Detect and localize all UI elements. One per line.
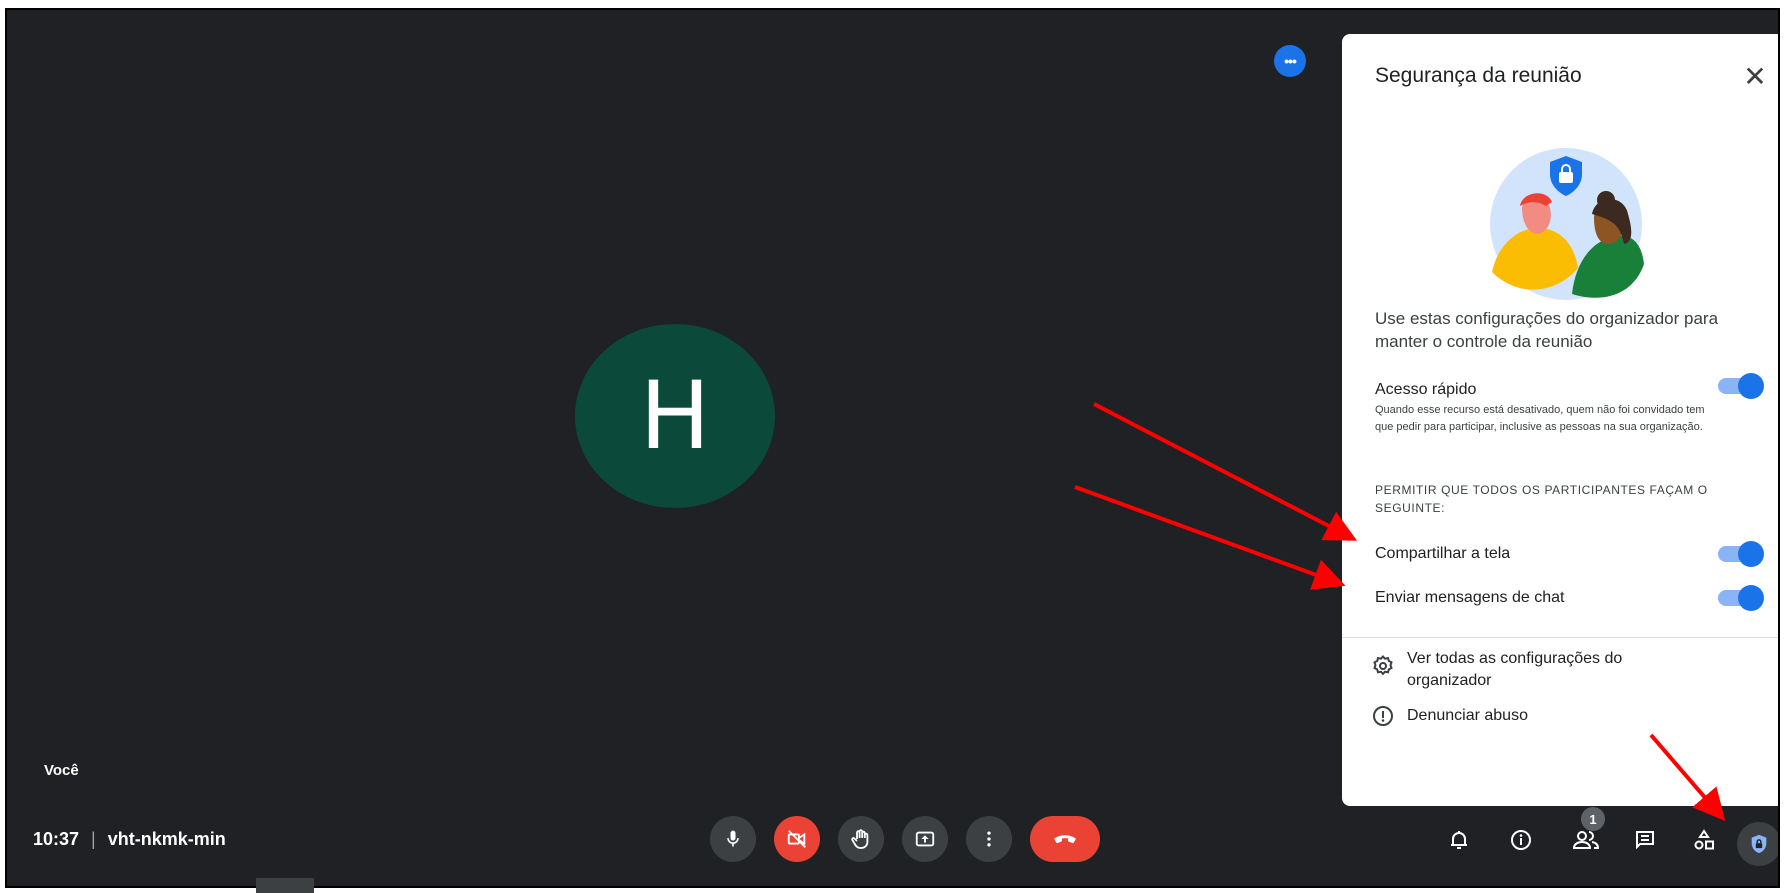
tile-more-options-button[interactable]: •••: [1274, 45, 1306, 77]
report-abuse-link[interactable]: Denunciar abuso: [1371, 704, 1528, 728]
microphone-icon: [727, 830, 739, 847]
report-abuse-text: Denunciar abuso: [1407, 707, 1528, 724]
info-icon: [1511, 830, 1531, 850]
quick-access-description: Quando esse recurso está desativado, que…: [1375, 404, 1705, 433]
more-vert-icon: [987, 831, 991, 847]
panel-divider: [1342, 637, 1778, 638]
chat-messages-toggle[interactable]: [1718, 585, 1764, 611]
meeting-code: vht-nkmk-min: [107, 829, 226, 849]
raise-hand-icon: [851, 829, 869, 849]
allow-participants-caption: PERMITIR QUE TODOS OS PARTICIPANTES FAÇA…: [1375, 483, 1708, 515]
alert-circle-icon: [1373, 706, 1393, 726]
security-illustration: [1490, 148, 1644, 300]
activities-shapes-icon: [1694, 829, 1714, 850]
share-screen-label: Compartilhar a tela: [1375, 545, 1511, 562]
self-tile-label: Você: [44, 762, 79, 779]
camera-button[interactable]: [774, 816, 820, 862]
camera-off-icon: [787, 830, 806, 848]
settings-gear-icon: [1373, 655, 1393, 676]
notifications-button[interactable]: [1441, 822, 1477, 858]
meeting-separator: |: [91, 829, 96, 849]
bell-icon: [1451, 831, 1467, 849]
view-all-settings-text: Ver todas as configurações do organizado…: [1407, 650, 1623, 689]
view-all-host-settings-link[interactable]: Ver todas as configurações do organizado…: [1371, 648, 1677, 692]
more-options-button[interactable]: [966, 816, 1012, 862]
bottom-strip: [0, 876, 1786, 893]
microphone-button[interactable]: [710, 816, 756, 862]
panel-title: Segurança da reunião: [1375, 64, 1582, 87]
meeting-time: 10:37: [33, 829, 80, 849]
present-now-button[interactable]: [902, 816, 948, 862]
host-controls-button[interactable]: [1737, 822, 1778, 866]
quick-access-label: Acesso rápido: [1375, 381, 1477, 398]
video-stage: H Você ••• 10:37 | vht-nkmk-min 1 Segura…: [7, 10, 1778, 886]
chat-button[interactable]: [1627, 822, 1663, 858]
participants-count-badge: 1: [1581, 807, 1605, 831]
strip-block: [256, 878, 314, 893]
share-screen-toggle[interactable]: [1718, 541, 1764, 567]
chat-icon: [1636, 831, 1654, 850]
chat-messages-label: Enviar mensagens de chat: [1375, 589, 1565, 606]
leave-call-button[interactable]: [1030, 816, 1100, 862]
meeting-details-button[interactable]: [1503, 822, 1539, 858]
raise-hand-button[interactable]: [838, 816, 884, 862]
more-horiz-icon: •••: [1284, 53, 1297, 69]
avatar-initial: H: [639, 361, 711, 471]
meeting-details: 10:37 | vht-nkmk-min: [33, 829, 226, 850]
present-screen-icon: [915, 831, 935, 847]
close-icon: ✕: [1743, 61, 1767, 92]
quick-access-toggle[interactable]: [1718, 373, 1764, 399]
participant-avatar: H: [575, 324, 775, 508]
people-icon: [1572, 831, 1600, 849]
end-call-icon: [1054, 835, 1076, 844]
meeting-security-panel: Segurança da reunião ✕ Use estas configu…: [1342, 34, 1778, 806]
panel-intro-text: Use estas configurações do organizador p…: [1375, 309, 1719, 351]
close-panel-button[interactable]: ✕: [1742, 61, 1768, 92]
activities-button[interactable]: [1686, 822, 1722, 858]
meet-window: H Você ••• 10:37 | vht-nkmk-min 1 Segura…: [5, 8, 1780, 888]
shield-lock-icon: [1751, 834, 1767, 854]
